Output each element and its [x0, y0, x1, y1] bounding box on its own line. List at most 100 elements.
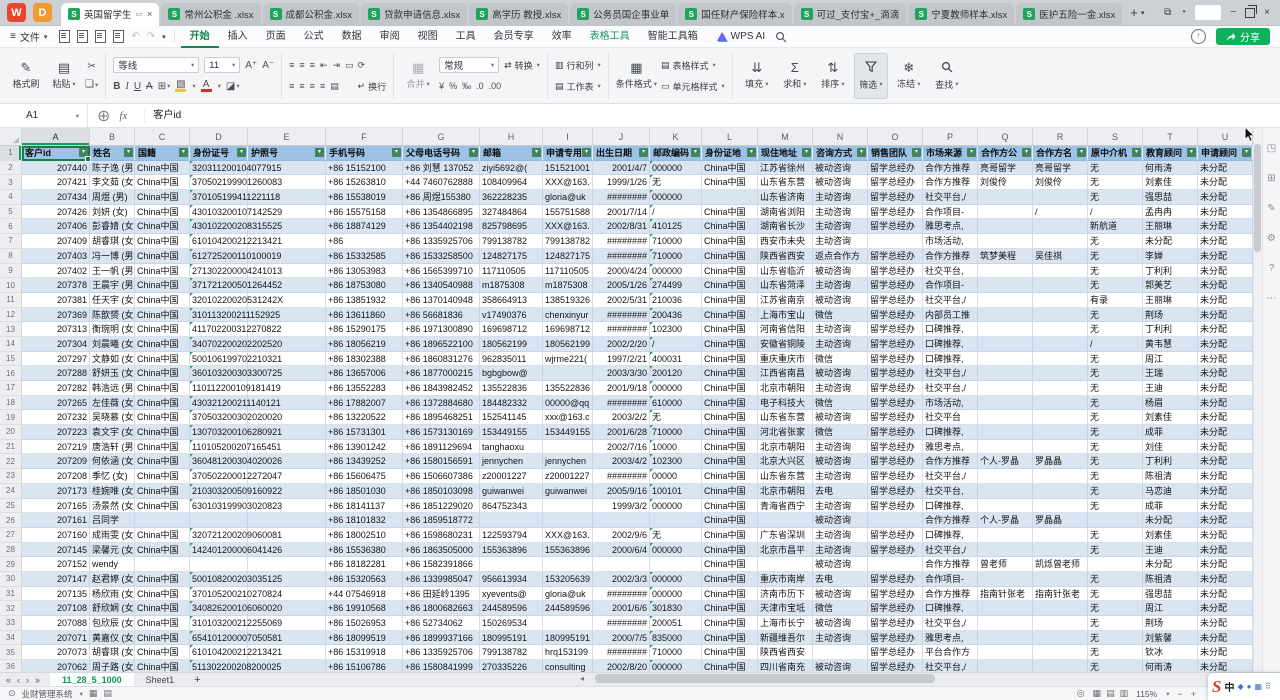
avatar[interactable]	[1195, 5, 1221, 20]
menu-tab[interactable]: 视图	[409, 26, 447, 48]
cell[interactable]	[190, 513, 248, 528]
cell[interactable]: China中国	[702, 278, 758, 293]
cell[interactable]: 王瑞	[1143, 366, 1198, 381]
cell[interactable]: 赵君婷 (女	[90, 572, 135, 587]
cell[interactable]	[978, 337, 1033, 352]
font-color-chevron-icon[interactable]: ▾	[218, 82, 221, 90]
cell[interactable]: 指南针张老	[1033, 587, 1088, 602]
skin-icon[interactable]: ◔	[1180, 7, 1186, 18]
row-header[interactable]: 19	[0, 410, 22, 425]
cell[interactable]: z20001227	[543, 469, 593, 484]
screen-record-icon[interactable]: ◎	[1077, 688, 1085, 699]
cell[interactable]	[758, 557, 813, 572]
cell[interactable]: China中国	[702, 352, 758, 367]
cell[interactable]: 有录	[1088, 293, 1143, 308]
cell[interactable]	[1033, 410, 1088, 425]
conditional-format-button[interactable]: ▦ 条件格式▾	[616, 53, 657, 99]
cell[interactable]	[978, 469, 1033, 484]
vertical-scrollbar-thumb[interactable]	[1254, 144, 1261, 252]
minimize-button[interactable]: −	[1230, 7, 1236, 18]
sidebar-help-icon[interactable]: ?	[1269, 264, 1275, 274]
cell[interactable]: 无	[1088, 631, 1143, 646]
ime-logo-icon[interactable]: S	[1212, 677, 1221, 697]
ime-menu-icon[interactable]: ⠿	[1265, 682, 1271, 691]
cell[interactable]: China中国	[135, 264, 190, 279]
cell[interactable]: 周子路 (女	[90, 660, 135, 672]
fx-icon[interactable]: fx	[119, 110, 127, 122]
cell[interactable]: 630103199903020823	[190, 499, 248, 514]
cell[interactable]: 王丽琳	[1143, 219, 1198, 234]
cell[interactable]: 610104200212213421	[190, 645, 248, 660]
cell[interactable]: +86 刘慧 137052	[403, 161, 480, 176]
cell[interactable]: 207165	[22, 499, 90, 514]
cell[interactable]: chenxinyur	[543, 308, 593, 323]
cell[interactable]: China中国	[135, 528, 190, 543]
cell[interactable]: 371721200501264452	[190, 278, 248, 293]
sidebar-settings-icon[interactable]: ⚙	[1267, 234, 1276, 244]
cell[interactable]: China中国	[135, 440, 190, 455]
row-header[interactable]: 14	[0, 337, 22, 352]
cell[interactable]: 留学总经办	[868, 381, 923, 396]
cell[interactable]: 无	[1088, 645, 1143, 660]
cell[interactable]: 2000/6/4	[593, 543, 650, 558]
row-header[interactable]: 36	[0, 660, 22, 672]
cell[interactable]: 未分配	[1198, 543, 1253, 558]
cell[interactable]: consulting	[543, 660, 593, 672]
cell-style-button[interactable]: ▭单元格样式▾	[661, 80, 725, 93]
cell[interactable]: 个人-罗晶	[978, 454, 1033, 469]
filter-icon[interactable]: ▾	[79, 148, 88, 157]
cell[interactable]	[1033, 396, 1088, 411]
cell[interactable]	[650, 557, 702, 572]
cell[interactable]: 340826200106060020	[190, 601, 248, 616]
cell[interactable]	[1033, 278, 1088, 293]
cell[interactable]: 无	[1088, 190, 1143, 205]
cell[interactable]: guiwanwei	[480, 484, 543, 499]
restore-button[interactable]	[1245, 8, 1255, 18]
cell[interactable]: 270335226	[480, 660, 543, 672]
cell[interactable]: 山东省东营	[758, 469, 813, 484]
cell[interactable]	[593, 557, 650, 572]
cell[interactable]	[978, 308, 1033, 323]
cell[interactable]: +86 1851229020	[403, 499, 480, 514]
cell[interactable]: 612725200110100019	[190, 249, 248, 264]
cell[interactable]	[978, 366, 1033, 381]
document-tab[interactable]: S高学历 教授.xlsx	[469, 3, 568, 26]
system-status-chevron-icon[interactable]: ▾	[80, 690, 83, 698]
cell[interactable]: 口碑推荐,	[923, 601, 978, 616]
cell[interactable]	[1033, 616, 1088, 631]
cell[interactable]: 杨欣雨 (女	[90, 587, 135, 602]
cell[interactable]: +86 1863505000	[403, 543, 480, 558]
cell[interactable]: 2001/6/6	[593, 601, 650, 616]
cell[interactable]: 207381	[22, 293, 90, 308]
cell[interactable]: 无	[1088, 352, 1143, 367]
cell[interactable]: +86 15538019	[326, 190, 403, 205]
cell[interactable]: 207208	[22, 469, 90, 484]
cell[interactable]: 207421	[22, 175, 90, 190]
cell[interactable]	[978, 572, 1033, 587]
cell[interactable]	[978, 322, 1033, 337]
cell[interactable]	[480, 557, 543, 572]
cell[interactable]: 无	[1088, 601, 1143, 616]
cell[interactable]: 周煜 (男)	[90, 190, 135, 205]
cell[interactable]	[978, 528, 1033, 543]
cell[interactable]: 主动咨询	[813, 528, 868, 543]
cell[interactable]: 430102200208315525	[190, 219, 248, 234]
fill-color-chevron-icon[interactable]: ▾	[192, 82, 195, 90]
cell[interactable]: 2005/1/26	[593, 278, 650, 293]
cell[interactable]	[702, 190, 758, 205]
ime-mic-icon[interactable]: ●	[1247, 682, 1252, 691]
cell[interactable]: 被动咨询	[813, 660, 868, 672]
system-status-label[interactable]: 业财管理系统	[22, 688, 73, 700]
row-header[interactable]: 3	[0, 175, 22, 190]
cell[interactable]: ########	[593, 616, 650, 631]
filter-icon[interactable]: ▾	[469, 148, 478, 157]
column-header[interactable]: T	[1143, 128, 1198, 145]
cell[interactable]: 500108200203035125	[190, 572, 248, 587]
cell[interactable]: 市场活动,	[923, 234, 978, 249]
cell[interactable]: 包欣辰 (女	[90, 616, 135, 631]
cell[interactable]: 衡琬明 (女	[90, 322, 135, 337]
cell[interactable]: 雅思考点,	[923, 440, 978, 455]
header-cell[interactable]: 客户id▾	[22, 146, 90, 161]
cell[interactable]	[1033, 366, 1088, 381]
cell[interactable]: 微信	[813, 396, 868, 411]
